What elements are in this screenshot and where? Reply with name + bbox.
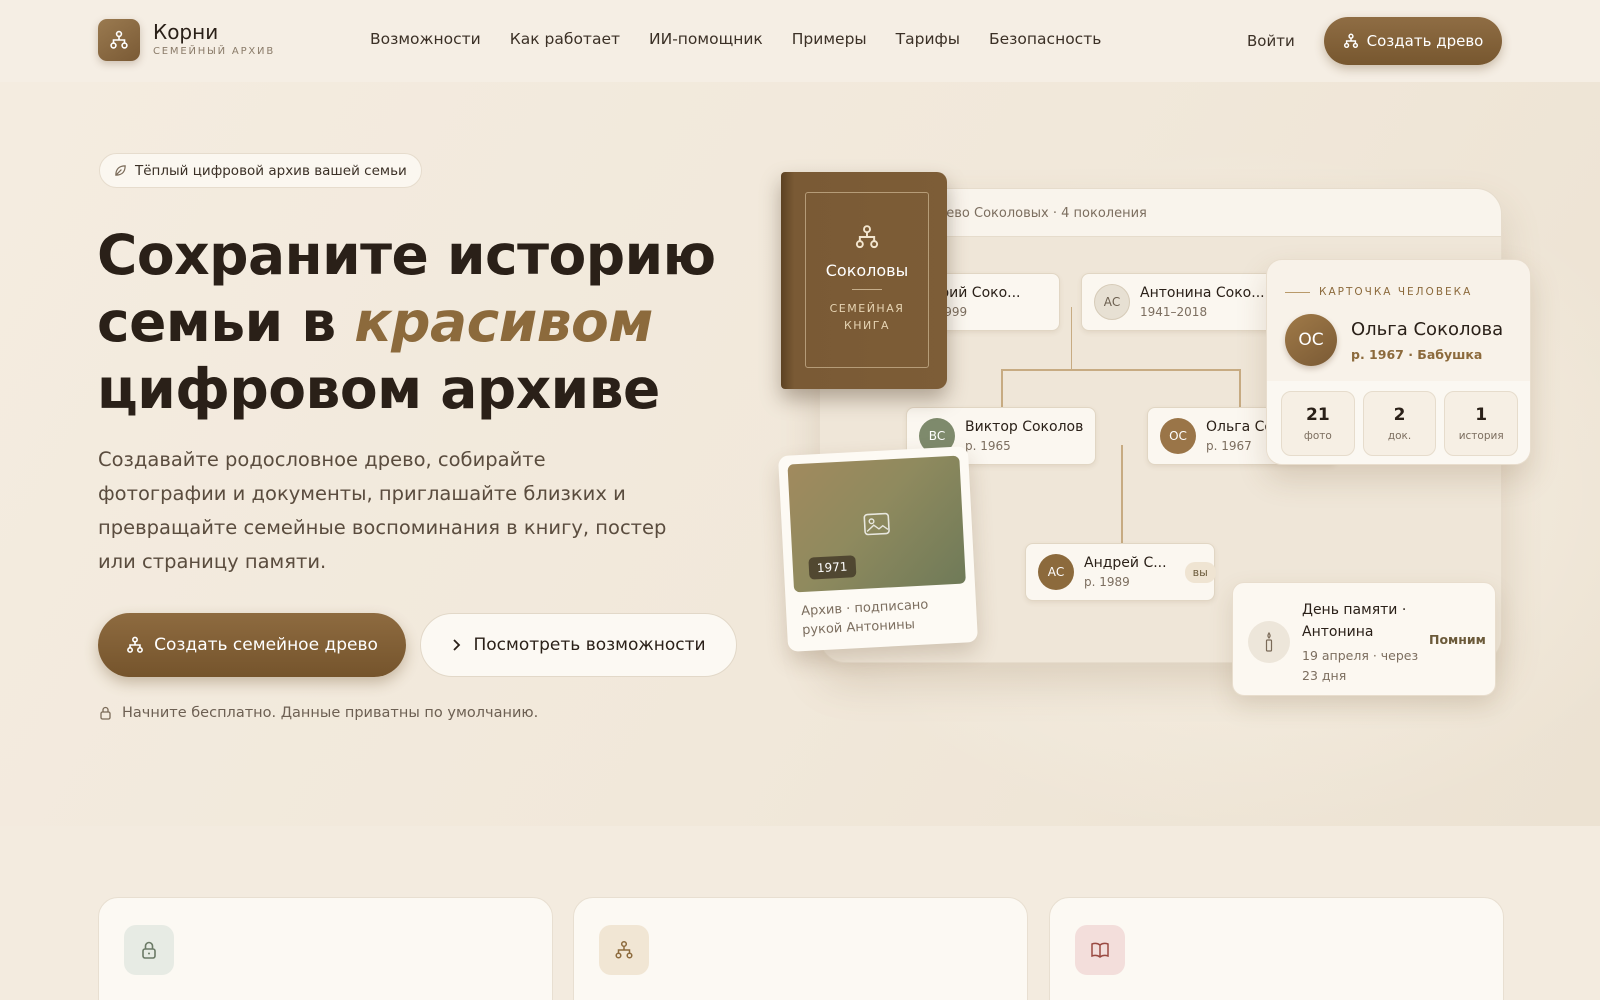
avatar: АС	[1094, 284, 1130, 320]
stat-value: 2	[1393, 405, 1406, 425]
logo[interactable]	[98, 19, 140, 61]
create-tree-button[interactable]: Создать древо	[1324, 17, 1502, 65]
you-badge: вы	[1184, 561, 1216, 583]
hero-title-line3: цифровом архиве	[97, 357, 660, 421]
person-card-meta: р. 1967 · Бабушка	[1351, 346, 1483, 362]
login-link[interactable]: Войти	[1247, 32, 1295, 50]
book-divider	[852, 289, 882, 290]
person-name: Ольга Со	[1206, 419, 1273, 435]
person-node-antonina[interactable]: АС Антонина Соко... 1941–2018	[1081, 273, 1276, 331]
logo-title: Корни	[153, 20, 219, 44]
person-profile-card[interactable]: КАРТОЧКА ЧЕЛОВЕКА ОС Ольга Соколова р. 1…	[1266, 259, 1531, 465]
person-card-label: КАРТОЧКА ЧЕЛОВЕКА	[1285, 286, 1530, 298]
stat-photos[interactable]: 21 фото	[1281, 391, 1355, 456]
nav-features[interactable]: Возможности	[370, 30, 481, 48]
hero-tagline: Тёплый цифровой архив вашей семьи	[99, 153, 422, 188]
hero-title-accent: красивом	[354, 290, 653, 354]
leaf-icon	[115, 165, 126, 176]
tree-connector	[1001, 369, 1003, 407]
secondary-button-label: Посмотреть возможности	[473, 635, 706, 655]
lock-icon	[100, 706, 111, 720]
memorial-day-card[interactable]: День памяти · Антонина 19 апреля · через…	[1232, 582, 1496, 696]
feature-card-book	[1049, 897, 1504, 1000]
person-dates: 1941–2018	[1140, 305, 1208, 319]
image-icon	[863, 512, 890, 536]
stat-label: док.	[1387, 430, 1412, 442]
family-tree-icon	[855, 225, 879, 249]
logo-subtitle: СЕМЕЙНЫЙ АРХИВ	[153, 46, 275, 57]
book-title: Соколовы	[825, 261, 909, 280]
view-features-button[interactable]: Посмотреть возможности	[420, 613, 737, 677]
nav-security[interactable]: Безопасность	[989, 30, 1101, 48]
privacy-note: Начните бесплатно. Данные приватны по ум…	[99, 705, 538, 721]
person-node-andrey[interactable]: АС Андрей С... р. 1989 вы	[1025, 543, 1216, 601]
stat-documents[interactable]: 2 док.	[1362, 391, 1437, 456]
stat-stories[interactable]: 1 история	[1444, 391, 1519, 456]
person-card-name: Ольга Соколова	[1351, 318, 1504, 340]
chevron-right-icon	[453, 639, 461, 651]
lock-icon	[124, 925, 174, 975]
hero-title: Сохраните историю семьи в красивом цифро…	[97, 222, 777, 423]
book-icon	[1075, 925, 1125, 975]
create-family-tree-button[interactable]: Создать семейное древо	[98, 613, 406, 677]
book-subtitle-line2: КНИГА	[843, 319, 891, 332]
photo-year-badge: 1971	[808, 555, 856, 580]
privacy-note-text: Начните бесплатно. Данные приватны по ум…	[122, 705, 539, 721]
person-dates: р. 1989	[1084, 575, 1130, 589]
site-header: Корни СЕМЕЙНЫЙ АРХИВ Возможности Как раб…	[0, 0, 1600, 82]
family-tree-icon	[1343, 33, 1358, 49]
candle-icon	[1248, 621, 1290, 663]
photo-caption: Архив · подписано рукой Антонины	[800, 597, 929, 639]
book-cover: Соколовы СЕМЕЙНАЯ КНИГА	[805, 192, 929, 368]
family-book[interactable]: Соколовы СЕМЕЙНАЯ КНИГА	[781, 172, 947, 389]
nav-ai-assistant[interactable]: ИИ-помощник	[649, 30, 763, 48]
stat-value: 21	[1306, 405, 1330, 425]
avatar: ОС	[1160, 418, 1196, 454]
hero-title-line1: Сохраните историю	[97, 223, 716, 287]
remember-link[interactable]: Помним	[1429, 632, 1486, 647]
person-name: Антонина Соко...	[1140, 285, 1265, 301]
hero-lead: Создавайте родословное древо, собирайте …	[98, 448, 667, 573]
stat-label: фото	[1303, 430, 1332, 442]
nav-examples[interactable]: Примеры	[792, 30, 867, 48]
memorial-date: 19 апреля · через 23 дня	[1302, 648, 1419, 683]
memorial-title: День памяти · Антонина	[1302, 602, 1407, 640]
hero-title-line2: семьи в	[97, 290, 355, 354]
archive-photo-card[interactable]: 1971 Архив · подписано рукой Антонины	[778, 446, 978, 652]
avatar: ОС	[1285, 314, 1337, 366]
photo-placeholder: 1971	[787, 455, 966, 593]
nav-how-it-works[interactable]: Как работает	[510, 30, 620, 48]
tree-icon	[599, 925, 649, 975]
nav-pricing[interactable]: Тарифы	[896, 30, 960, 48]
tagline-text: Тёплый цифровой архив вашей семьи	[135, 162, 407, 179]
person-name: Андрей С...	[1084, 555, 1167, 571]
family-tree-icon	[127, 636, 144, 653]
book-subtitle-line1: СЕМЕЙНАЯ	[829, 302, 905, 315]
person-card-stats: 21 фото 2 док. 1 история	[1267, 381, 1530, 464]
family-tree-icon	[110, 30, 128, 49]
primary-button-label: Создать семейное древо	[154, 635, 378, 655]
person-dates: р. 1967	[1206, 439, 1252, 453]
tree-connector	[1121, 445, 1123, 543]
avatar: АС	[1038, 554, 1074, 590]
feature-card-tree	[573, 897, 1028, 1000]
person-name: Виктор Соколов	[965, 419, 1084, 435]
create-tree-label: Создать древо	[1366, 32, 1484, 50]
book-subtitle: СЕМЕЙНАЯ КНИГА	[830, 300, 905, 334]
person-dates: р. 1965	[965, 439, 1011, 453]
tree-connector	[1071, 307, 1072, 369]
tree-connector	[1001, 369, 1241, 371]
tree-connector	[1239, 369, 1241, 407]
main-nav: Возможности Как работает ИИ-помощник При…	[370, 30, 1130, 48]
stat-label: история	[1458, 430, 1504, 442]
feature-card-privacy	[98, 897, 553, 1000]
stat-value: 1	[1475, 405, 1488, 425]
